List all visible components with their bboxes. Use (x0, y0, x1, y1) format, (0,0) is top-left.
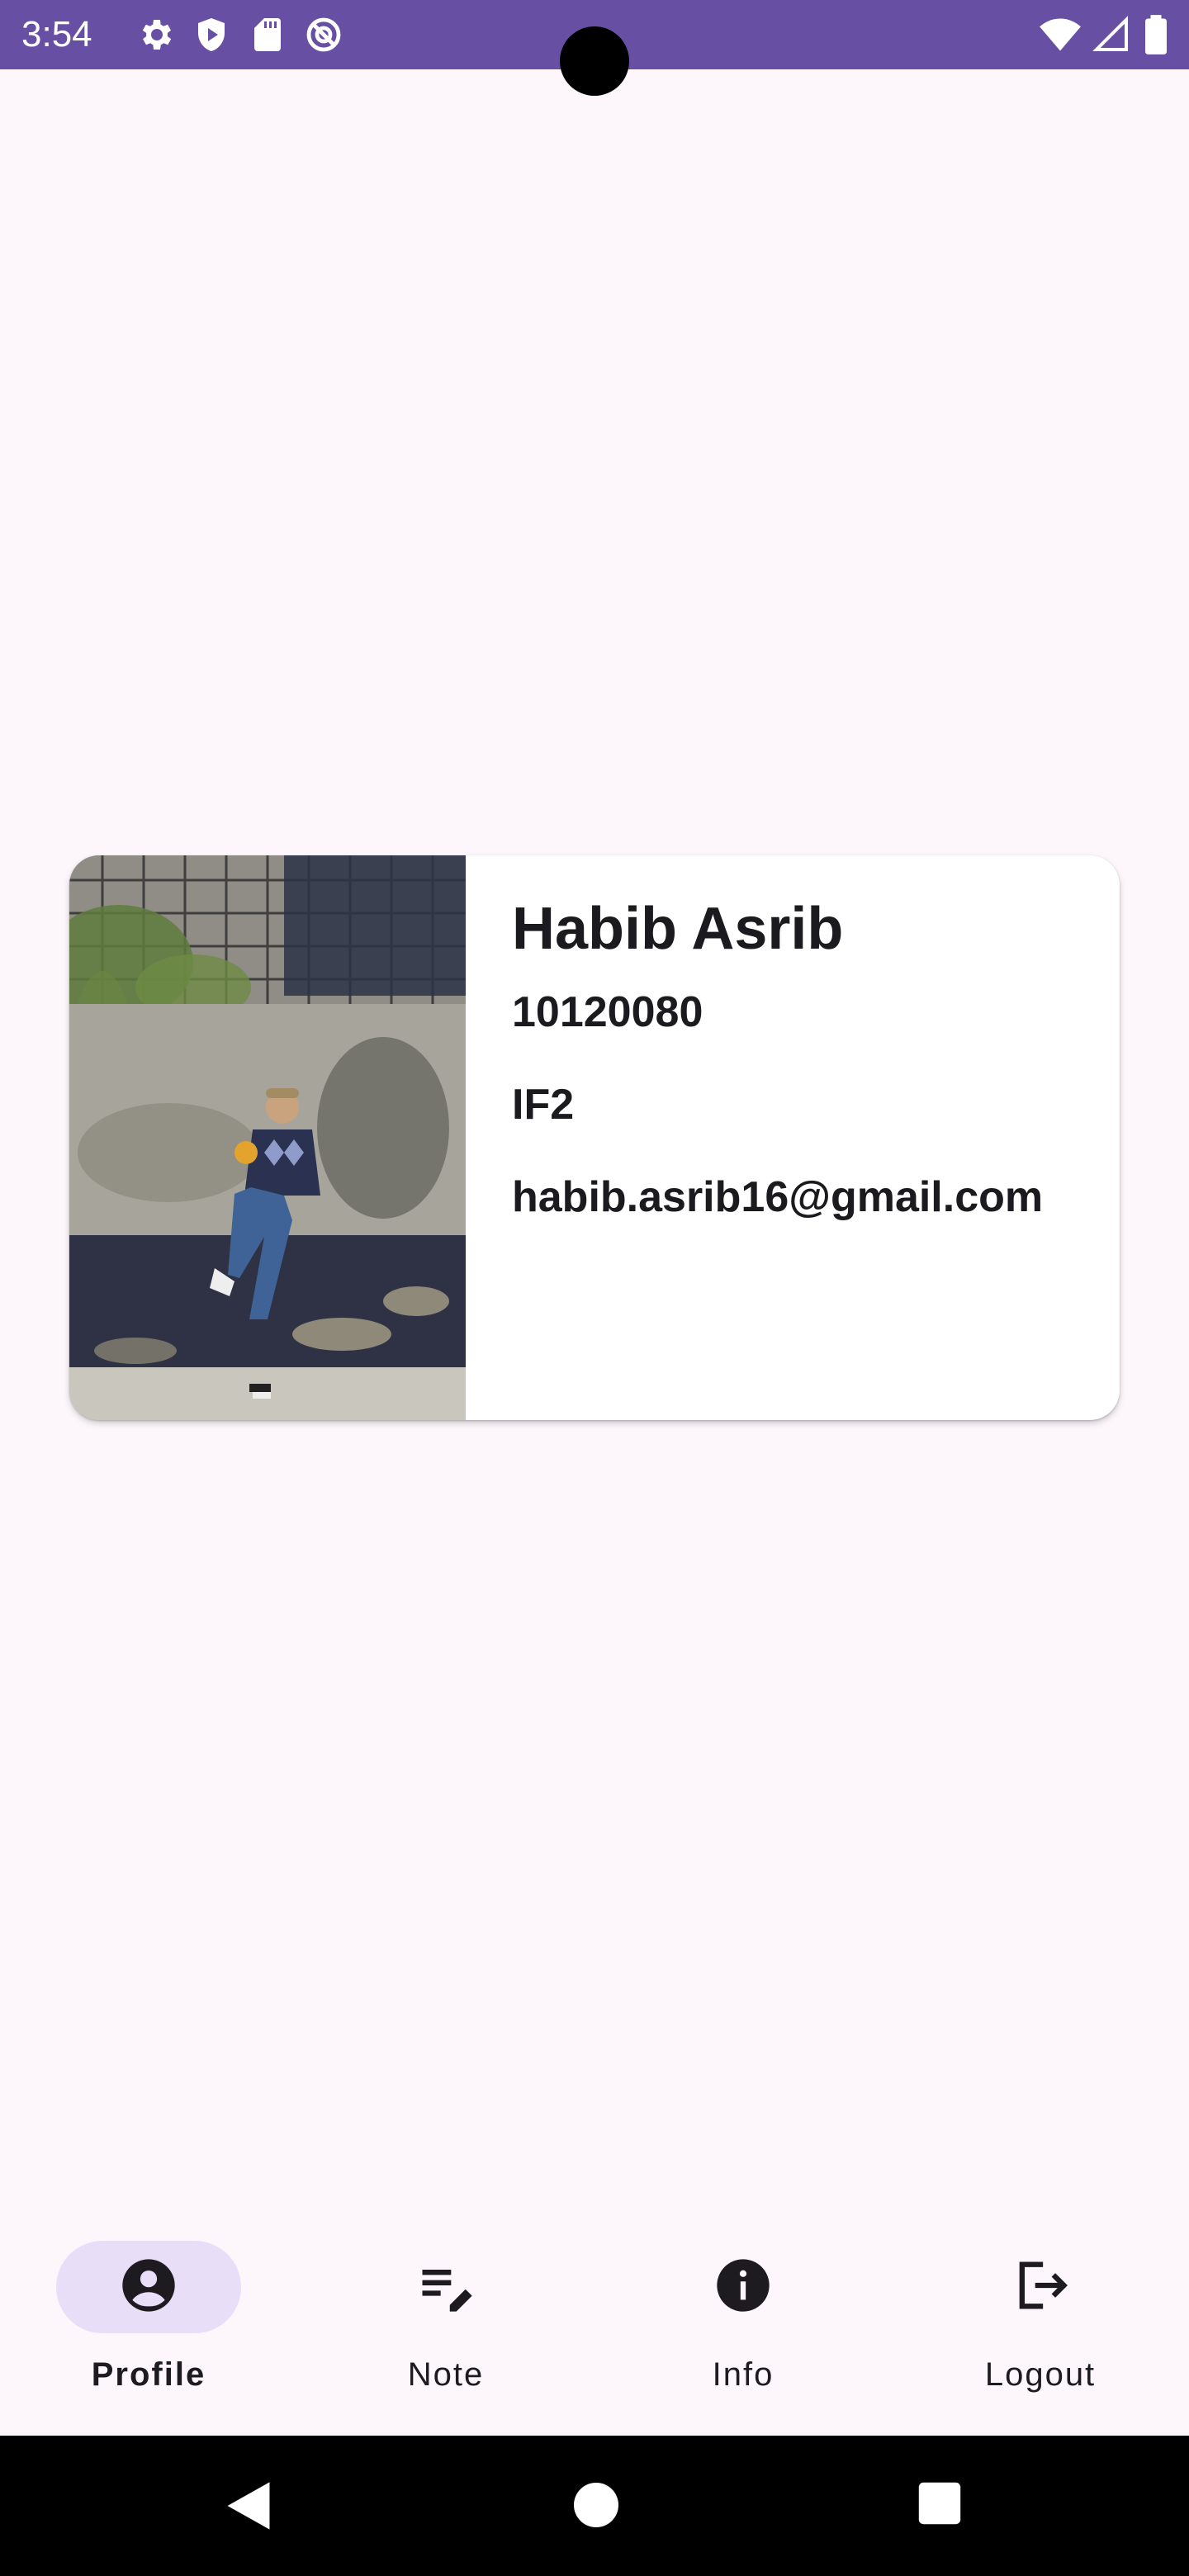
logout-icon (1009, 2254, 1072, 2321)
nav-label-note: Note (407, 2356, 485, 2393)
account-circle-icon (117, 2254, 180, 2321)
screen: 3:54 Habib Asrib 10120080 IF2 habib.asri… (0, 0, 1189, 2576)
nav-label-logout: Logout (984, 2356, 1097, 2393)
nav-item-info[interactable]: Info (594, 2229, 892, 2436)
profile-photo (69, 855, 466, 1420)
wifi-icon (1039, 13, 1082, 56)
status-icons-right (1039, 13, 1171, 56)
nav-item-profile[interactable]: Profile (0, 2229, 297, 2436)
recents-icon[interactable] (917, 2480, 963, 2531)
nav-item-logout[interactable]: Logout (892, 2229, 1189, 2436)
status-icons-left (135, 15, 343, 54)
nav-label-info: Info (712, 2356, 775, 2393)
info-icon (712, 2254, 775, 2321)
battery-icon (1141, 13, 1171, 56)
nav-item-note[interactable]: Note (297, 2229, 594, 2436)
back-icon[interactable] (221, 2477, 276, 2539)
bottom-navigation: Profile Note Info Logout (0, 2229, 1189, 2436)
settings-icon (135, 15, 175, 54)
profile-student-id: 10120080 (512, 988, 703, 1036)
home-icon[interactable] (571, 2480, 621, 2534)
no-disturb-icon (304, 15, 343, 54)
cell-signal-icon (1092, 15, 1131, 54)
nav-pill (353, 2241, 538, 2333)
profile-card: Habib Asrib 10120080 IF2 habib.asrib16@g… (69, 855, 1120, 1420)
profile-info: Habib Asrib 10120080 IF2 habib.asrib16@g… (466, 855, 1120, 1420)
profile-class: IF2 (512, 1081, 575, 1129)
camera-cutout (560, 26, 629, 96)
nav-pill (948, 2241, 1133, 2333)
nav-active-indicator (56, 2241, 241, 2333)
sd-card-icon (248, 15, 287, 54)
nav-label-profile: Profile (91, 2356, 206, 2393)
status-time: 3:54 (21, 14, 92, 54)
profile-name: Habib Asrib (512, 896, 844, 962)
system-navigation-bar (0, 2436, 1189, 2576)
profile-email: habib.asrib16@gmail.com (512, 1173, 1044, 1221)
shield-icon (192, 15, 231, 54)
nav-pill (651, 2241, 836, 2333)
edit-note-icon (414, 2254, 477, 2321)
status-bar: 3:54 (0, 0, 1189, 96)
